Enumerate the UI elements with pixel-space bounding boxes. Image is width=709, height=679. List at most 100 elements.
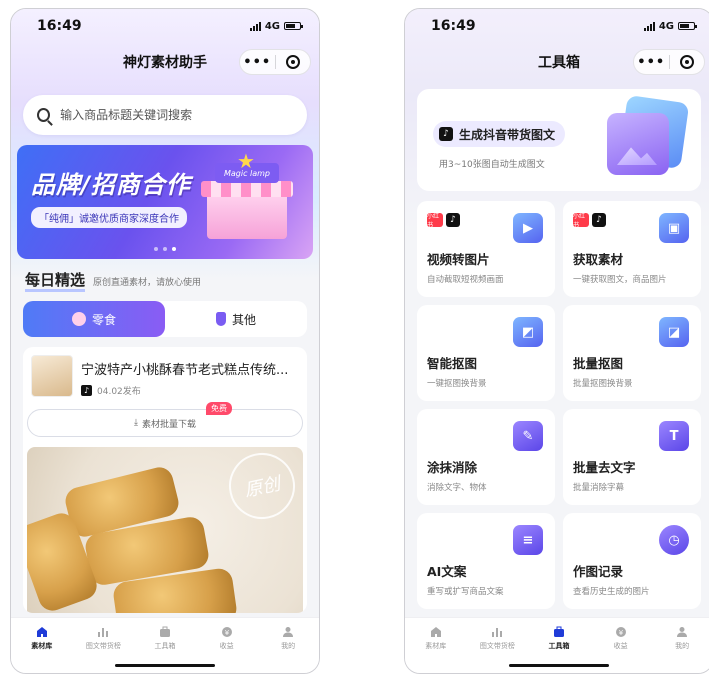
banner-subtitle: 「纯佣」诚邀优质商家深度合作 — [31, 207, 187, 228]
tool-name: 视频转图片 — [427, 252, 490, 267]
tool-grid: 小红书 ♪ ▶ 视频转图片 自动截取短视频画面 小红书 ♪ ▣ 获取素材 一键获… — [417, 201, 701, 609]
section-title: 每日精选 — [25, 271, 86, 292]
brush-erase-icon: ✎ — [513, 421, 543, 451]
generate-post-button[interactable]: ♪ 生成抖音带货图文 — [433, 121, 566, 147]
publish-date: 04.02发布 — [97, 387, 141, 397]
tool-name: 批量去文字 — [573, 460, 636, 475]
status-time: 16:49 — [431, 18, 476, 34]
tool-name: 涂抹消除 — [427, 460, 478, 475]
home-icon — [430, 626, 442, 638]
toolbox-icon — [553, 626, 565, 638]
more-icon[interactable]: ••• — [240, 55, 275, 70]
status-indicators: 4G — [249, 20, 303, 32]
star-icon: ★ — [237, 149, 255, 173]
category-tabs: 零食 其他 — [23, 301, 307, 337]
user-icon — [676, 626, 688, 638]
tab-snacks[interactable]: 零食 — [23, 301, 165, 337]
carousel-dot[interactable] — [163, 247, 167, 251]
tab-label: 收益 — [219, 642, 234, 650]
download-label: 素材批量下载 — [141, 419, 196, 430]
tool-name: AI文案 — [427, 564, 467, 579]
nav-bar: 工具箱 ••• — [405, 43, 709, 81]
tab-material-library[interactable]: 素材库 — [11, 626, 73, 673]
tool-desc: 一键获取图文，商品图片 — [573, 275, 667, 285]
tool-batch-cutout[interactable]: ◪ 批量抠图 批量抠图换背景 — [563, 305, 701, 401]
search-input[interactable] — [60, 108, 293, 122]
tab-profile[interactable]: 我的 — [257, 626, 319, 673]
carousel-dot-active[interactable] — [172, 247, 176, 251]
home-icon — [36, 626, 48, 638]
hero-title: 生成抖音带货图文 — [459, 127, 556, 142]
search-icon — [37, 108, 51, 122]
phone-toolbox: 16:49 4G 工具箱 ••• ♪ 生成抖音带货图文 用3~10张图自动生成图… — [404, 8, 709, 674]
daily-picks-header: 每日精选 原创直通素材，请放心使用 — [25, 271, 201, 292]
xiaohongshu-icon: 小红书 — [427, 213, 443, 229]
xiaohongshu-icon: 小红书 — [573, 213, 589, 229]
tool-desc: 重写或扩写商品文案 — [427, 587, 504, 597]
batch-cutout-icon: ◪ — [659, 317, 689, 347]
store-illustration: Magic lamp ★ — [197, 149, 297, 239]
tool-video-to-image[interactable]: 小红书 ♪ ▶ 视频转图片 自动截取短视频画面 — [417, 201, 555, 297]
toolbox-icon — [159, 626, 171, 638]
status-bar: 16:49 4G — [405, 9, 709, 43]
tool-ai-copy[interactable]: ≡ AI文案 重写或扩写商品文案 — [417, 513, 555, 609]
close-miniprogram-button[interactable] — [670, 55, 705, 69]
carousel-indicator — [154, 247, 176, 251]
tab-label: 我的 — [281, 642, 296, 650]
banner-title: 品牌/招商合作 — [31, 171, 191, 199]
tab-label: 工具箱 — [154, 642, 176, 650]
tool-name: 智能抠图 — [427, 356, 478, 371]
tool-desc: 批量抠图换背景 — [573, 379, 633, 389]
image-front-shape — [607, 113, 669, 175]
image-stack-icon — [603, 95, 690, 179]
tab-label: 其他 — [231, 312, 256, 327]
tool-desc: 批量消除字幕 — [573, 483, 625, 493]
product-thumbnail — [31, 355, 73, 397]
target-icon — [285, 55, 300, 69]
store-body — [207, 193, 287, 239]
product-image[interactable]: 原创 — [27, 447, 303, 613]
batch-download-button[interactable]: ⤓ 素材批量下载 免费 — [27, 402, 303, 437]
tab-profile[interactable]: 我的 — [651, 626, 709, 673]
status-time: 16:49 — [37, 18, 82, 34]
tiktok-icon: ♪ — [446, 213, 460, 227]
home-indicator — [509, 664, 609, 667]
tool-get-material[interactable]: 小红书 ♪ ▣ 获取素材 一键获取图文，商品图片 — [563, 201, 701, 297]
tab-label: 素材库 — [31, 642, 53, 650]
product-title: 宁波特产小桃酥春节老式糕点传统... — [81, 363, 289, 378]
snack-icon — [71, 312, 86, 326]
tool-remove-text[interactable]: T 批量去文字 批量消除字幕 — [563, 409, 701, 505]
svg-text:¥: ¥ — [224, 629, 229, 637]
battery-icon — [284, 22, 303, 30]
network-label: 4G — [264, 20, 280, 32]
store-awning — [201, 181, 293, 197]
promo-banner[interactable]: 品牌/招商合作 「纯佣」诚邀优质商家深度合作 Magic lamp ★ — [17, 145, 313, 259]
search-bar[interactable] — [23, 95, 307, 135]
tab-material-library[interactable]: 素材库 — [405, 626, 467, 673]
card-meta: 宁波特产小桃酥春节老式糕点传统... ♪ 04.02发布 — [81, 355, 299, 397]
generate-post-card[interactable]: ♪ 生成抖音带货图文 用3~10张图自动生成图文 — [417, 89, 701, 191]
history-icon: ◷ — [659, 525, 689, 555]
tool-history[interactable]: ◷ 作图记录 查看历史生成的图片 — [563, 513, 701, 609]
carousel-dot[interactable] — [154, 247, 158, 251]
product-card[interactable]: 宁波特产小桃酥春节老式糕点传统... ♪ 04.02发布 ⤓ 素材批量下载 免费… — [23, 347, 307, 613]
tool-name: 批量抠图 — [573, 356, 624, 371]
battery-icon — [678, 22, 697, 30]
card-header: 宁波特产小桃酥春节老式糕点传统... ♪ 04.02发布 — [23, 347, 307, 405]
chart-icon — [97, 626, 109, 638]
tab-other[interactable]: 其他 — [165, 301, 307, 337]
more-icon[interactable]: ••• — [634, 55, 669, 70]
close-miniprogram-button[interactable] — [276, 55, 311, 69]
nav-bar: 神灯素材助手 ••• — [11, 43, 319, 81]
page-title: 工具箱 — [538, 55, 580, 71]
tool-name: 获取素材 — [573, 252, 624, 267]
tool-smart-cutout[interactable]: ◩ 智能抠图 一键抠图换背景 — [417, 305, 555, 401]
smart-cutout-icon: ◩ — [513, 317, 543, 347]
page-title: 神灯素材助手 — [123, 55, 207, 71]
other-icon — [215, 312, 226, 326]
tool-desc: 一键抠图换背景 — [427, 379, 487, 389]
tool-desc: 消除文字、物体 — [427, 483, 487, 493]
get-material-icon: ▣ — [659, 213, 689, 243]
remove-text-icon: T — [659, 421, 689, 451]
tool-brush-erase[interactable]: ✎ 涂抹消除 消除文字、物体 — [417, 409, 555, 505]
